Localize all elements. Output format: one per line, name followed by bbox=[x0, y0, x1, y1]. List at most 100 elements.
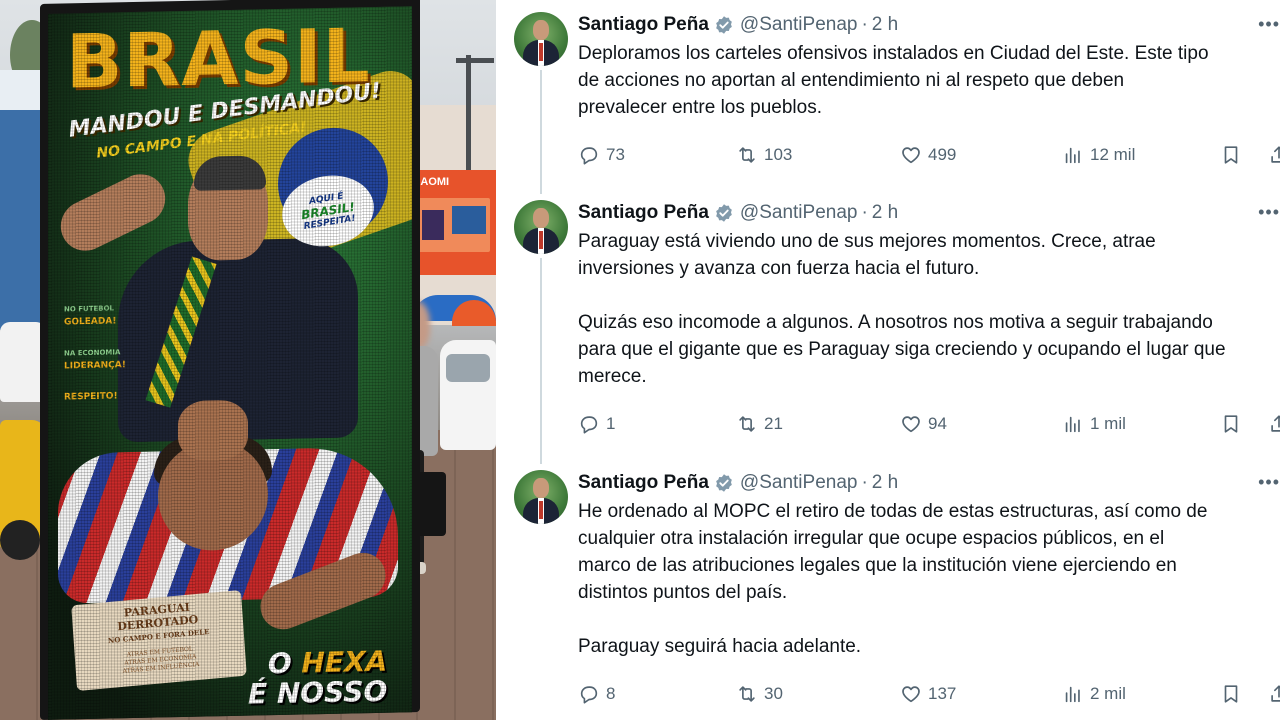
author-name[interactable]: Santiago Peña bbox=[578, 202, 709, 224]
bookmark-icon bbox=[1224, 415, 1238, 433]
avatar-face bbox=[533, 478, 549, 498]
more-icon[interactable]: ••• bbox=[1258, 14, 1280, 35]
reply-button[interactable]: 8 bbox=[578, 681, 615, 707]
tweet-actions: 1 21 94 1 mil bbox=[578, 411, 1280, 437]
views-chart-icon bbox=[1065, 147, 1080, 164]
tweet-header: Santiago Peña @SantiPenap · 2 h bbox=[578, 12, 898, 38]
view-count: 12 mil bbox=[1090, 145, 1136, 164]
tweet-line: Deploramos los carteles ofensivos instal… bbox=[578, 43, 1209, 64]
separator-dot: · bbox=[861, 202, 868, 223]
heart-icon bbox=[902, 147, 920, 164]
author-handle[interactable]: @SantiPenap bbox=[740, 14, 858, 36]
avatar-tie bbox=[539, 501, 543, 519]
heart-icon bbox=[902, 686, 920, 703]
tweet-paragraph: Paraguay seguirá hacia adelante. bbox=[578, 633, 1280, 660]
tweet-thread: Santiago Peña @SantiPenap · 2 h ••• Depl… bbox=[496, 0, 1280, 720]
bookmark-icon bbox=[1224, 146, 1238, 164]
panel-divider bbox=[496, 0, 514, 720]
share-icon bbox=[1271, 685, 1280, 702]
tweet-line: Paraguay está viviendo uno de sus mejore… bbox=[578, 231, 1156, 252]
like-button[interactable]: 137 bbox=[900, 681, 956, 707]
views-button[interactable]: 12 mil bbox=[1062, 142, 1135, 168]
tweet-text: Deploramos los carteles ofensivos instal… bbox=[578, 40, 1280, 121]
led-billboard: BRASIL MANDOU E DESMANDOU! NO CAMPO E NA… bbox=[40, 0, 420, 720]
bookmark-button[interactable] bbox=[1220, 681, 1248, 707]
tweet-line: prevalecer entre los pueblos. bbox=[578, 97, 822, 118]
bookmark-button[interactable] bbox=[1220, 411, 1248, 437]
repost-button[interactable]: 30 bbox=[736, 681, 783, 707]
repost-count: 21 bbox=[764, 414, 783, 433]
poster-checklist: NO FUTEBOL GOLEADA! NA ECONOMIA LIDERANÇ… bbox=[64, 302, 126, 422]
share-icon bbox=[1271, 415, 1280, 432]
verified-badge-icon bbox=[714, 203, 734, 223]
slogan-line-2: É NOSSO bbox=[248, 674, 388, 711]
tweet-line: Quizás eso incomode a algunos. A nosotro… bbox=[578, 312, 1213, 333]
checklist-item: NO FUTEBOL GOLEADA! bbox=[64, 302, 126, 329]
more-icon[interactable]: ••• bbox=[1258, 472, 1280, 493]
street-light-arm bbox=[456, 58, 494, 63]
bookmark-button[interactable] bbox=[1220, 142, 1248, 168]
reply-button[interactable]: 1 bbox=[578, 411, 615, 437]
tweet-line: cualquier otra instalación irregular que… bbox=[578, 528, 1165, 549]
timestamp[interactable]: 2 h bbox=[872, 472, 898, 494]
avatar-face bbox=[533, 208, 549, 228]
repost-count: 30 bbox=[764, 684, 783, 703]
author-name[interactable]: Santiago Peña bbox=[578, 14, 709, 36]
verified-badge-icon bbox=[714, 473, 734, 493]
bookmark-icon bbox=[1224, 685, 1238, 703]
repost-count: 103 bbox=[764, 145, 793, 164]
reply-count: 1 bbox=[606, 414, 616, 433]
reply-icon bbox=[580, 686, 598, 704]
tweet-header: Santiago Peña @SantiPenap · 2 h bbox=[578, 470, 898, 496]
checklist-item-label: NA ECONOMIA bbox=[64, 348, 121, 358]
tweet-text: Paraguay está viviendo uno de sus mejore… bbox=[578, 228, 1280, 390]
avatar-tie bbox=[539, 43, 543, 61]
street-photo: XIAOMI BRASIL MANDOU E DESMANDOU! NO CAM… bbox=[0, 0, 496, 720]
avatar[interactable] bbox=[514, 200, 568, 254]
tweet-paragraph: Deploramos los carteles ofensivos instal… bbox=[578, 40, 1280, 121]
timestamp[interactable]: 2 h bbox=[872, 14, 898, 36]
like-count: 137 bbox=[928, 684, 957, 703]
share-button[interactable] bbox=[1268, 142, 1280, 168]
tweet-paragraph: Quizás eso incomode a algunos. A nosotro… bbox=[578, 309, 1280, 390]
parked-car-right bbox=[440, 340, 496, 450]
views-chart-icon bbox=[1065, 416, 1080, 433]
timestamp[interactable]: 2 h bbox=[872, 202, 898, 224]
more-icon[interactable]: ••• bbox=[1258, 202, 1280, 223]
repost-button[interactable]: 103 bbox=[736, 142, 792, 168]
repost-button[interactable]: 21 bbox=[736, 411, 783, 437]
reply-button[interactable]: 73 bbox=[578, 142, 625, 168]
figure-hand bbox=[178, 399, 248, 462]
author-handle[interactable]: @SantiPenap bbox=[740, 472, 858, 494]
share-button[interactable] bbox=[1268, 681, 1280, 707]
views-button[interactable]: 2 mil bbox=[1062, 681, 1126, 707]
reply-icon bbox=[580, 416, 598, 434]
avatar[interactable] bbox=[514, 470, 568, 524]
like-button[interactable]: 499 bbox=[900, 142, 956, 168]
reply-icon bbox=[580, 147, 598, 165]
avatar-tie bbox=[539, 231, 543, 249]
thread-connector bbox=[540, 258, 542, 464]
checklist-item-value: LIDERANÇA! bbox=[64, 360, 126, 372]
tweet-line: Paraguay seguirá hacia adelante. bbox=[578, 636, 862, 657]
repost-icon bbox=[739, 416, 755, 432]
author-handle[interactable]: @SantiPenap bbox=[740, 202, 858, 224]
scroll-lines: ATRÁS EM FUTEBOL ATRÁS EM ECONOMIA ATRÁS… bbox=[85, 642, 236, 680]
checklist-item-label: NO FUTEBOL bbox=[64, 304, 115, 314]
views-button[interactable]: 1 mil bbox=[1062, 411, 1126, 437]
tweet-paragraph: He ordenado al MOPC el retiro de todas d… bbox=[578, 498, 1280, 606]
thread-connector bbox=[540, 70, 542, 194]
reply-count: 8 bbox=[606, 684, 616, 703]
share-button[interactable] bbox=[1268, 411, 1280, 437]
billboard-poster: BRASIL MANDOU E DESMANDOU! NO CAMPO E NA… bbox=[48, 6, 412, 720]
repost-icon bbox=[739, 686, 755, 702]
checklist-item-value: RESPEITO! bbox=[64, 391, 118, 403]
figure-raised-arm bbox=[52, 165, 174, 260]
shop-sign-image bbox=[410, 198, 490, 252]
author-name[interactable]: Santiago Peña bbox=[578, 472, 709, 494]
avatar[interactable] bbox=[514, 12, 568, 66]
tweet-text: He ordenado al MOPC el retiro de todas d… bbox=[578, 498, 1280, 660]
avatar-face bbox=[533, 20, 549, 40]
like-button[interactable]: 94 bbox=[900, 411, 947, 437]
view-count: 2 mil bbox=[1090, 684, 1126, 703]
